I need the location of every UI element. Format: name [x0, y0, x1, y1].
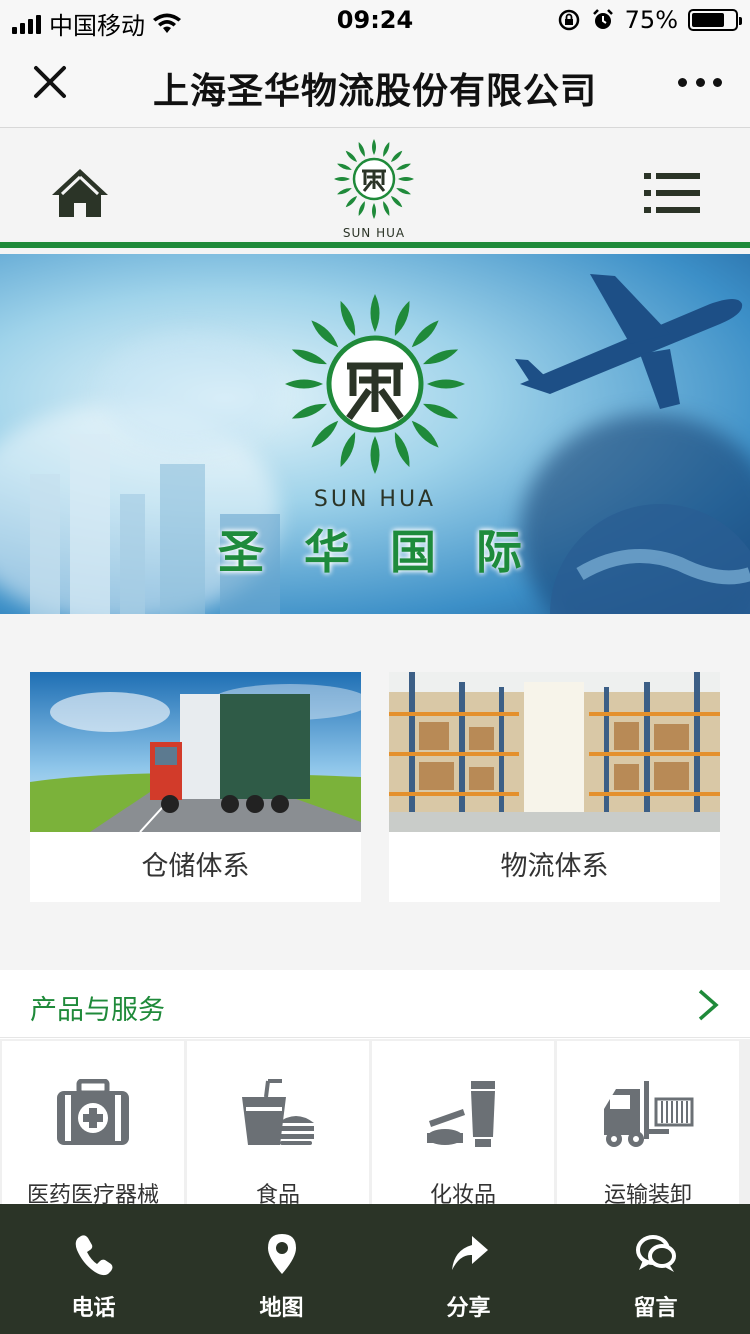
medical-kit-icon — [57, 1079, 129, 1145]
sun-ray-leaf — [396, 163, 411, 170]
menu-icon[interactable] — [644, 171, 700, 215]
products-header[interactable]: 产品与服务 — [0, 970, 750, 1038]
tab-share[interactable]: 分享 — [375, 1204, 562, 1334]
sun-ray-leaf — [394, 432, 410, 468]
chevron-right-icon[interactable] — [696, 988, 720, 1022]
site-header: SUN HUA — [0, 129, 750, 248]
sun-ray-leaf — [334, 177, 350, 181]
sun-ray-leaf — [411, 320, 439, 348]
warehouse-image — [389, 672, 720, 832]
sun-ray-leaf — [285, 379, 323, 389]
tab-label: 电话 — [71, 1296, 116, 1321]
product-food[interactable]: 食品 — [187, 1041, 369, 1209]
brand-logo-text: SUN HUA — [343, 226, 405, 240]
sun-ray-leaf — [370, 436, 380, 474]
sun-ray-leaf — [411, 420, 439, 448]
feature-cards: 仓储体系 物流体系 — [30, 672, 720, 902]
product-medical[interactable]: 医药医疗器械 — [2, 1041, 184, 1209]
sun-ray-leaf — [372, 203, 376, 219]
sun-ray-leaf — [423, 349, 459, 365]
products-section: 产品与服务 医药医疗器械 食品 化妆品 运输装卸 — [0, 970, 750, 1210]
banner-logo: SUN HUA — [285, 294, 465, 512]
map-pin-icon — [268, 1234, 296, 1274]
sun-ray-leaf — [345, 150, 358, 163]
cosmetics-icon — [427, 1081, 495, 1147]
message-icon — [636, 1235, 676, 1272]
sun-ray-leaf — [291, 403, 327, 419]
status-right: 75% — [557, 6, 742, 34]
more-dots-icon[interactable] — [678, 62, 722, 102]
sun-ray-leaf — [345, 195, 358, 208]
tab-map[interactable]: 地图 — [188, 1204, 375, 1334]
card-label: 仓储体系 — [141, 851, 250, 882]
sun-ray-leaf — [340, 300, 356, 336]
product-transport[interactable]: 运输装卸 — [557, 1041, 739, 1209]
sun-ray-leaf — [311, 320, 339, 348]
battery-percent: 75% — [624, 6, 678, 34]
sun-ray-leaf — [423, 403, 459, 419]
share-icon — [452, 1236, 488, 1270]
tab-phone[interactable]: 电话 — [0, 1204, 187, 1334]
alarm-icon — [592, 9, 613, 29]
sun-ray-leaf — [383, 142, 390, 157]
sun-ray-leaf — [390, 150, 403, 163]
sun-ray-leaf — [383, 201, 390, 216]
banner-title: 圣华国际 — [218, 525, 562, 579]
forklift-icon — [604, 1081, 694, 1147]
sun-ray-leaf — [372, 139, 376, 155]
bottom-tab-bar: 电话 地图 分享 留言 — [0, 1204, 750, 1334]
brand-logo: SUN HUA — [334, 139, 414, 240]
banner-logo-text: SUN HUA — [314, 487, 436, 512]
product-cosmetics[interactable]: 化妆品 — [372, 1041, 554, 1209]
products-title: 产品与服务 — [30, 995, 165, 1026]
truck-image — [30, 672, 361, 832]
sun-ray-leaf — [394, 300, 410, 336]
sun-ray-leaf — [390, 195, 403, 208]
card-logistics[interactable]: 物流体系 — [389, 672, 720, 902]
nav-bar: 上海圣华物流股份有限公司 — [0, 40, 750, 128]
page-title: 上海圣华物流股份有限公司 — [152, 71, 597, 112]
card-label: 物流体系 — [500, 851, 609, 882]
phone-icon — [75, 1235, 113, 1276]
battery-icon — [688, 9, 742, 31]
status-bar: 中国移动 09:24 75% — [0, 0, 750, 40]
tab-message[interactable]: 留言 — [562, 1204, 749, 1334]
home-icon[interactable] — [50, 167, 110, 219]
food-icon — [242, 1079, 314, 1145]
sun-ray-leaf — [337, 188, 352, 195]
card-warehousing[interactable]: 仓储体系 — [30, 672, 361, 902]
sun-ray-leaf — [337, 163, 352, 170]
airplane-icon — [515, 274, 743, 409]
hero-banner[interactable]: SUN HUA 圣华国际 — [0, 254, 750, 614]
tab-label: 分享 — [446, 1296, 491, 1321]
products-grid: 医药医疗器械 食品 化妆品 运输装卸 — [0, 1039, 750, 1209]
sun-ray-leaf — [370, 294, 380, 332]
battery-fill — [692, 13, 724, 27]
sun-ray-leaf — [358, 142, 365, 157]
sun-ray-leaf — [396, 188, 411, 195]
sun-ray-leaf — [340, 432, 356, 468]
tab-label: 留言 — [633, 1296, 678, 1321]
rotation-lock-icon — [558, 9, 579, 31]
sun-ray-leaf — [358, 201, 365, 216]
sun-ray-leaf — [311, 420, 339, 448]
sun-ray-leaf — [398, 177, 414, 181]
sun-ray-leaf — [291, 349, 327, 365]
sun-ray-leaf — [427, 379, 465, 389]
tab-label: 地图 — [259, 1296, 304, 1321]
